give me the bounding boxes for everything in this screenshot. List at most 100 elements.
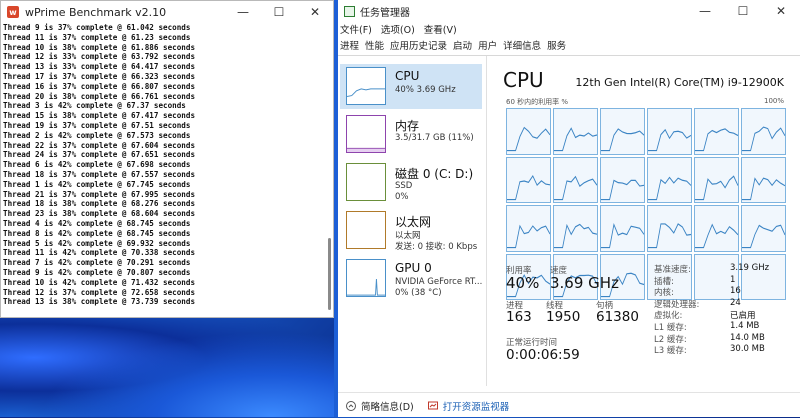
spec-label: L2 缓存: bbox=[654, 334, 687, 345]
spec-value: 1 bbox=[730, 274, 736, 285]
cpu-heading: CPU bbox=[503, 68, 544, 92]
console-line: Thread 24 is 37% complete @ 67.651 secon… bbox=[3, 150, 196, 160]
tab-bar: 进程 性能 应用历史记录 启动 用户 详细信息 服务 bbox=[338, 38, 800, 56]
console-line: Thread 21 is 37% complete @ 67.995 secon… bbox=[3, 189, 196, 199]
wprime-window[interactable]: w wPrime Benchmark v2.10 — ☐ ✕ Thread 9 … bbox=[0, 0, 334, 318]
tab-performance[interactable]: 性能 bbox=[365, 38, 384, 55]
tab-services[interactable]: 服务 bbox=[547, 38, 566, 55]
chevron-up-icon bbox=[346, 400, 356, 411]
scrollbar-thumb[interactable] bbox=[328, 238, 331, 310]
console-line: Thread 10 is 38% complete @ 61.886 secon… bbox=[3, 42, 196, 52]
core-graph bbox=[553, 108, 598, 155]
console-line: Thread 4 is 42% complete @ 68.745 second… bbox=[3, 218, 191, 228]
core-graph bbox=[741, 205, 786, 252]
console-line: Thread 11 is 42% complete @ 70.338 secon… bbox=[3, 248, 196, 258]
console-line: Thread 10 is 42% complete @ 71.432 secon… bbox=[3, 277, 196, 287]
wprime-title: wPrime Benchmark v2.10 bbox=[25, 5, 167, 19]
resource-stat-2: 0% bbox=[395, 192, 409, 202]
wprime-titlebar[interactable]: w wPrime Benchmark v2.10 — ☐ ✕ bbox=[1, 1, 333, 23]
console-line: Thread 23 is 38% complete @ 68.604 secon… bbox=[3, 209, 196, 219]
console-line: Thread 6 is 42% complete @ 67.698 second… bbox=[3, 160, 191, 170]
speed-value: 3.69 GHz bbox=[550, 274, 619, 292]
tab-app-history[interactable]: 应用历史记录 bbox=[390, 38, 447, 55]
graph-axis-max: 100% bbox=[763, 97, 784, 105]
tab-processes[interactable]: 进程 bbox=[340, 38, 359, 55]
spec-label: L1 缓存: bbox=[654, 323, 687, 333]
core-graph bbox=[741, 108, 786, 155]
console-line: Thread 9 is 37% complete @ 61.042 second… bbox=[3, 23, 191, 32]
open-resource-monitor-link[interactable]: 打开资源监视器 bbox=[443, 399, 510, 413]
console-line: Thread 11 is 37% complete @ 61.23 second… bbox=[3, 32, 191, 42]
console-line: Thread 1 is 42% complete @ 67.745 second… bbox=[3, 179, 191, 189]
resource-stat-2: 发送: 0 接收: 0 Kbps bbox=[395, 242, 478, 252]
maximize-button[interactable]: ☐ bbox=[724, 4, 762, 18]
console-line: Thread 12 is 33% complete @ 63.792 secon… bbox=[3, 52, 196, 62]
footer-bar: 简略信息(D) 打开资源监视器 bbox=[338, 392, 800, 418]
memory-mini-graph bbox=[346, 115, 386, 153]
console-line: Thread 5 is 42% complete @ 69.932 second… bbox=[3, 238, 191, 248]
maximize-button[interactable]: ☐ bbox=[261, 5, 297, 19]
menu-options[interactable]: 选项(O) bbox=[381, 22, 415, 38]
spec-value: 24 bbox=[730, 297, 741, 308]
taskmgr-titlebar[interactable]: 任务管理器 — ☐ ✕ bbox=[338, 0, 800, 22]
console-line: Thread 22 is 37% complete @ 67.604 secon… bbox=[3, 140, 196, 150]
spec-label: 虚拟化: bbox=[654, 311, 683, 322]
core-graph bbox=[506, 156, 551, 203]
resource-stat: SSD bbox=[395, 181, 413, 191]
tab-users[interactable]: 用户 bbox=[478, 38, 497, 55]
core-graph bbox=[647, 156, 692, 203]
resource-monitor-icon bbox=[427, 401, 438, 411]
console-line: Thread 13 is 33% complete @ 64.417 secon… bbox=[3, 62, 196, 72]
desktop-wallpaper bbox=[0, 318, 340, 417]
fewer-details-button[interactable]: 简略信息(D) bbox=[361, 399, 414, 413]
core-graph bbox=[600, 205, 645, 252]
spec-value: 16 bbox=[730, 286, 741, 297]
console-output: Thread 9 is 37% complete @ 61.042 second… bbox=[1, 23, 333, 317]
disk-mini-graph bbox=[346, 163, 386, 201]
uptime-value: 0:00:06:59 bbox=[506, 347, 580, 363]
console-line: Thread 9 is 42% complete @ 70.807 second… bbox=[3, 267, 191, 277]
menu-view[interactable]: 查看(V) bbox=[424, 22, 457, 38]
console-line: Thread 3 is 42% complete @ 67.37 seconds bbox=[3, 101, 186, 111]
resource-ethernet[interactable]: 以太网 以太网 发送: 0 接收: 0 Kbps bbox=[340, 208, 482, 253]
tab-startup[interactable]: 启动 bbox=[453, 38, 472, 55]
resource-stat: 40% 3.69 GHz bbox=[395, 85, 456, 95]
console-line: Thread 18 is 37% complete @ 67.557 secon… bbox=[3, 169, 196, 179]
spec-value: 1.4 MB bbox=[730, 321, 760, 331]
core-graph bbox=[647, 108, 692, 155]
resource-name: GPU 0 bbox=[395, 261, 432, 275]
console-line: Thread 7 is 42% complete @ 70.291 second… bbox=[3, 258, 191, 268]
console-line: Thread 13 is 38% complete @ 73.739 secon… bbox=[3, 297, 196, 307]
spec-value: 3.19 GHz bbox=[730, 263, 770, 273]
console-line: Thread 17 is 37% complete @ 66.323 secon… bbox=[3, 71, 196, 81]
resource-cpu[interactable]: CPU 40% 3.69 GHz bbox=[340, 64, 482, 109]
minimize-button[interactable]: — bbox=[686, 4, 724, 18]
processes-value: 163 bbox=[506, 309, 532, 325]
core-graph bbox=[694, 205, 739, 252]
console-line: Thread 15 is 38% complete @ 67.417 secon… bbox=[3, 111, 196, 121]
minimize-button[interactable]: — bbox=[225, 5, 261, 19]
console-line: Thread 19 is 37% complete @ 67.51 second… bbox=[3, 120, 191, 130]
spec-label: 内核: bbox=[654, 288, 674, 299]
close-button[interactable]: ✕ bbox=[297, 5, 333, 19]
spec-label: 基准速度: bbox=[654, 265, 691, 275]
console-line: Thread 8 is 42% complete @ 68.745 second… bbox=[3, 228, 191, 238]
spec-value: 30.0 MB bbox=[730, 344, 765, 355]
console-line: Thread 18 is 38% complete @ 68.276 secon… bbox=[3, 199, 196, 209]
ethernet-mini-graph bbox=[346, 211, 386, 249]
resource-memory[interactable]: 内存 3.5/31.7 GB (11%) bbox=[340, 112, 482, 157]
close-button[interactable]: ✕ bbox=[762, 4, 800, 18]
resource-gpu[interactable]: GPU 0 NVIDIA GeForce RT... 0% (38 °C) bbox=[340, 256, 482, 301]
task-manager-window[interactable]: 任务管理器 — ☐ ✕ 文件(F) 选项(O) 查看(V) 进程 性能 应用历史… bbox=[338, 0, 800, 417]
resource-stat: 3.5/31.7 GB (11%) bbox=[395, 133, 474, 143]
spec-value: 14.0 MB bbox=[730, 332, 765, 343]
tab-details[interactable]: 详细信息 bbox=[503, 38, 541, 55]
spec-value: 已启用 bbox=[730, 311, 756, 322]
resource-stat: NVIDIA GeForce RT... bbox=[395, 277, 483, 287]
gpu-mini-graph bbox=[346, 259, 386, 297]
resource-name: 以太网 bbox=[395, 215, 432, 229]
menu-file[interactable]: 文件(F) bbox=[340, 22, 372, 38]
resource-disk[interactable]: 磁盘 0 (C: D:) SSD 0% bbox=[340, 160, 482, 205]
core-graph bbox=[694, 156, 739, 203]
wprime-app-icon: w bbox=[7, 6, 19, 18]
